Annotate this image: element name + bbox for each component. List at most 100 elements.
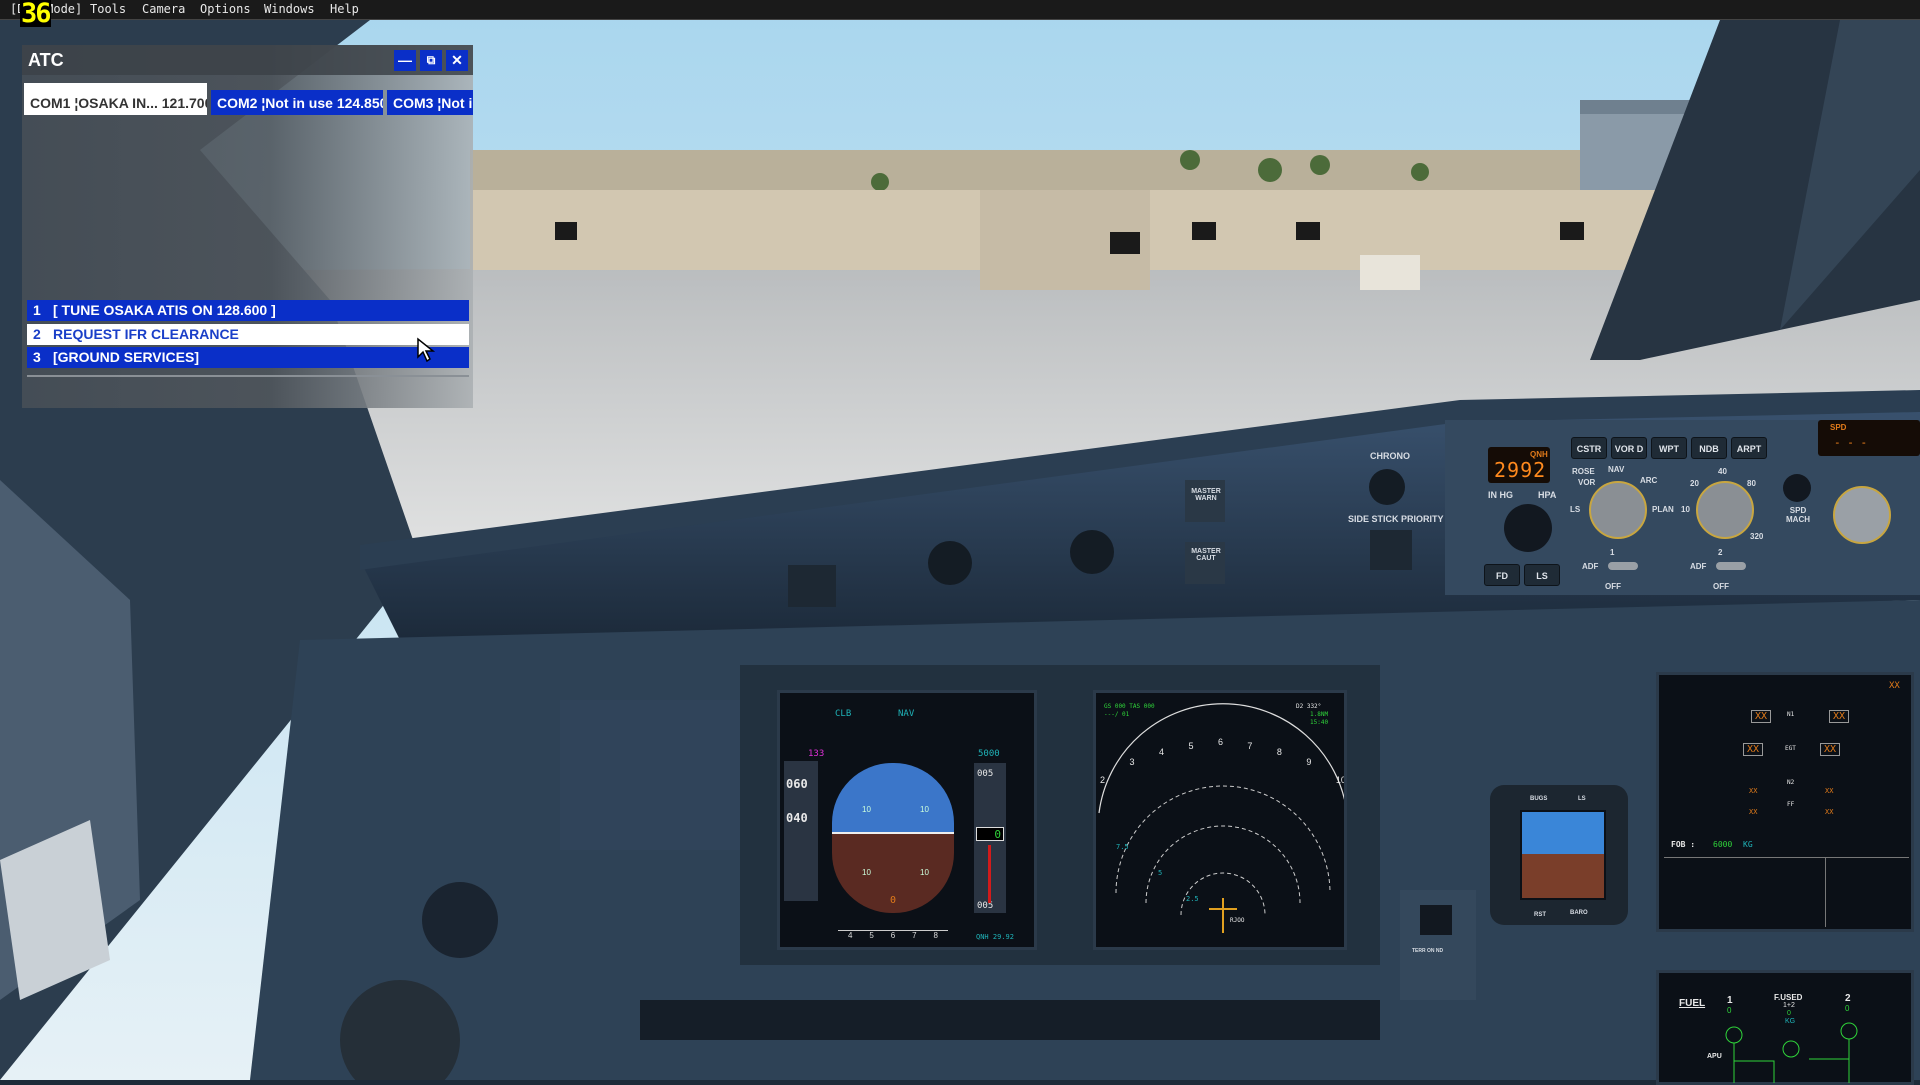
speed-target: 133	[808, 749, 825, 759]
spd-display: - - -	[1834, 436, 1868, 449]
master-caut-button[interactable]: MASTER CAUT	[1188, 548, 1224, 562]
compass-labels: 2 3 4 5 6 7 8 9 10	[1100, 737, 1346, 785]
ff-eng2: XX	[1825, 808, 1834, 816]
option-text: REQUEST IFR CLEARANCE	[53, 326, 239, 342]
adf-vor-2-switch[interactable]	[1716, 562, 1746, 570]
mode-arc-label: ARC	[1640, 476, 1658, 485]
option-number: 3	[33, 349, 41, 365]
menu-options[interactable]: Options	[200, 2, 251, 16]
qnh-display: 2992	[1494, 458, 1547, 482]
primary-flight-display: CLB NAV 133 060 040 10 10 10 10 0 5000 0…	[777, 690, 1037, 950]
divider	[27, 375, 469, 377]
heading-tick: 7	[912, 931, 917, 940]
ls-button[interactable]: LS	[1524, 564, 1560, 586]
ground-vehicle	[1360, 255, 1420, 290]
arpt-button[interactable]: ARPT	[1731, 437, 1767, 459]
fob-unit: KG	[1743, 840, 1753, 849]
mode-plan-label: PLAN	[1652, 505, 1674, 514]
wpt-button[interactable]: WPT	[1651, 437, 1687, 459]
range-80-label: 80	[1747, 479, 1756, 488]
fma-nav: NAV	[898, 709, 915, 719]
range-ring-label: 5	[1158, 869, 1163, 877]
menu-tools[interactable]: Tools	[90, 2, 126, 16]
radio-altitude: 0	[890, 895, 897, 906]
atc-title-bar[interactable]: ATC — ⧉ ✕	[22, 45, 473, 75]
vord-button[interactable]: VOR D	[1611, 437, 1647, 459]
menu-windows[interactable]: Windows	[264, 2, 315, 16]
tab-com2[interactable]: COM2 ¦Not in use 124.850	[211, 90, 383, 115]
altitude-tick: 005	[977, 769, 994, 779]
atc-title: ATC	[28, 50, 64, 70]
tab-com1[interactable]: COM1 ¦OSAKA IN... 121.700	[24, 83, 207, 115]
hpa-label: HPA	[1538, 490, 1557, 500]
heading-tape: 4 5 6 7 8	[838, 930, 948, 944]
speed-tick: 040	[786, 811, 808, 825]
compass-label: 6	[1217, 737, 1223, 747]
altitude-target: 5000	[978, 749, 1000, 759]
atc-window: ATC — ⧉ ✕ COM1 ¦OSAKA IN... 121.700 COM2…	[22, 45, 473, 408]
attitude-sky	[832, 763, 954, 833]
mode-rose-label: ROSE	[1572, 467, 1595, 476]
heading-tick: 5	[869, 931, 874, 940]
menu-camera[interactable]: Camera	[142, 2, 185, 16]
standby-baro-knob[interactable]: BARO	[1570, 910, 1588, 916]
adf1-label: ADF	[1582, 562, 1599, 571]
atc-option-3[interactable]: 3 [GROUND SERVICES]	[27, 347, 469, 368]
heading-tick: 6	[890, 931, 896, 940]
adf1-number: 1	[1610, 548, 1615, 557]
atc-option-2[interactable]: 2 REQUEST IFR CLEARANCE	[27, 324, 469, 345]
compass-label: 10	[1335, 775, 1346, 785]
standby-ls-button[interactable]: LS	[1578, 796, 1586, 802]
spd-mach-button[interactable]: SPD MACH	[1784, 506, 1812, 524]
range-40-label: 40	[1718, 467, 1727, 476]
fps-counter: 36	[20, 0, 51, 29]
ndb-button[interactable]: NDB	[1691, 437, 1727, 459]
option-number: 1	[33, 302, 41, 318]
xx-value: XX	[1889, 681, 1900, 691]
option-text: [ TUNE OSAKA ATIS ON 128.600 ]	[53, 302, 276, 318]
baro-setting: QNH 29.92	[976, 933, 1014, 941]
mouse-cursor-icon	[417, 337, 436, 363]
standby-rst-button[interactable]: RST	[1534, 912, 1546, 918]
close-button[interactable]: ✕	[446, 50, 468, 71]
compass-arc	[1098, 703, 1344, 933]
fob-label: FOB :	[1671, 840, 1696, 849]
speed-tick: 060	[786, 777, 808, 791]
compass-label: 8	[1276, 747, 1282, 757]
fuel-schematic	[1725, 1022, 1858, 1083]
ecam-upper-display: XX XX XX N1 XX XX EGT N2 XX XX FF XX XX …	[1656, 672, 1914, 932]
ff-label: FF	[1787, 801, 1795, 808]
heading-tick: 8	[933, 931, 938, 940]
fob-value: 6000	[1713, 840, 1733, 849]
option-number: 2	[33, 326, 41, 342]
compass-label: 9	[1306, 757, 1312, 767]
cstr-button[interactable]: CSTR	[1571, 437, 1607, 459]
master-warn-button[interactable]: MASTER WARN	[1188, 488, 1224, 502]
n2-label: N2	[1787, 779, 1795, 786]
minimize-button[interactable]: —	[394, 50, 416, 71]
atc-option-1[interactable]: 1 [ TUNE OSAKA ATIS ON 128.600 ]	[27, 300, 469, 321]
lighting-panel	[560, 700, 740, 850]
pitch-label: 10	[920, 868, 929, 877]
compass-label: 5	[1188, 741, 1194, 751]
pitch-label: 10	[862, 805, 871, 814]
terr-on-nd-button[interactable]: TERR ON ND	[1412, 948, 1443, 954]
compass-label: 2	[1100, 775, 1106, 785]
range-20-label: 20	[1690, 479, 1699, 488]
off2-label: OFF	[1713, 582, 1729, 591]
menu-bar: [Dev Mode] Tools Camera Options Windows …	[0, 0, 1920, 20]
side-stick-priority-label: SIDE STICK PRIORITY	[1348, 514, 1444, 524]
tab-com3[interactable]: COM3 ¦Not in use	[387, 90, 473, 115]
egt-label: EGT	[1785, 745, 1796, 752]
range-10-label: 10	[1681, 505, 1690, 514]
fd-button[interactable]: FD	[1484, 564, 1520, 586]
bugs-button[interactable]: BUGS	[1530, 796, 1547, 802]
popout-button[interactable]: ⧉	[420, 50, 442, 71]
adf-vor-1-switch[interactable]	[1608, 562, 1638, 570]
compass-label: 3	[1129, 757, 1135, 767]
ff-eng1: XX	[1749, 808, 1758, 816]
n1-eng1: XX	[1751, 710, 1772, 723]
menu-help[interactable]: Help	[330, 2, 359, 16]
n2-eng2: XX	[1825, 787, 1834, 795]
egt-eng1: XX	[1743, 743, 1764, 756]
